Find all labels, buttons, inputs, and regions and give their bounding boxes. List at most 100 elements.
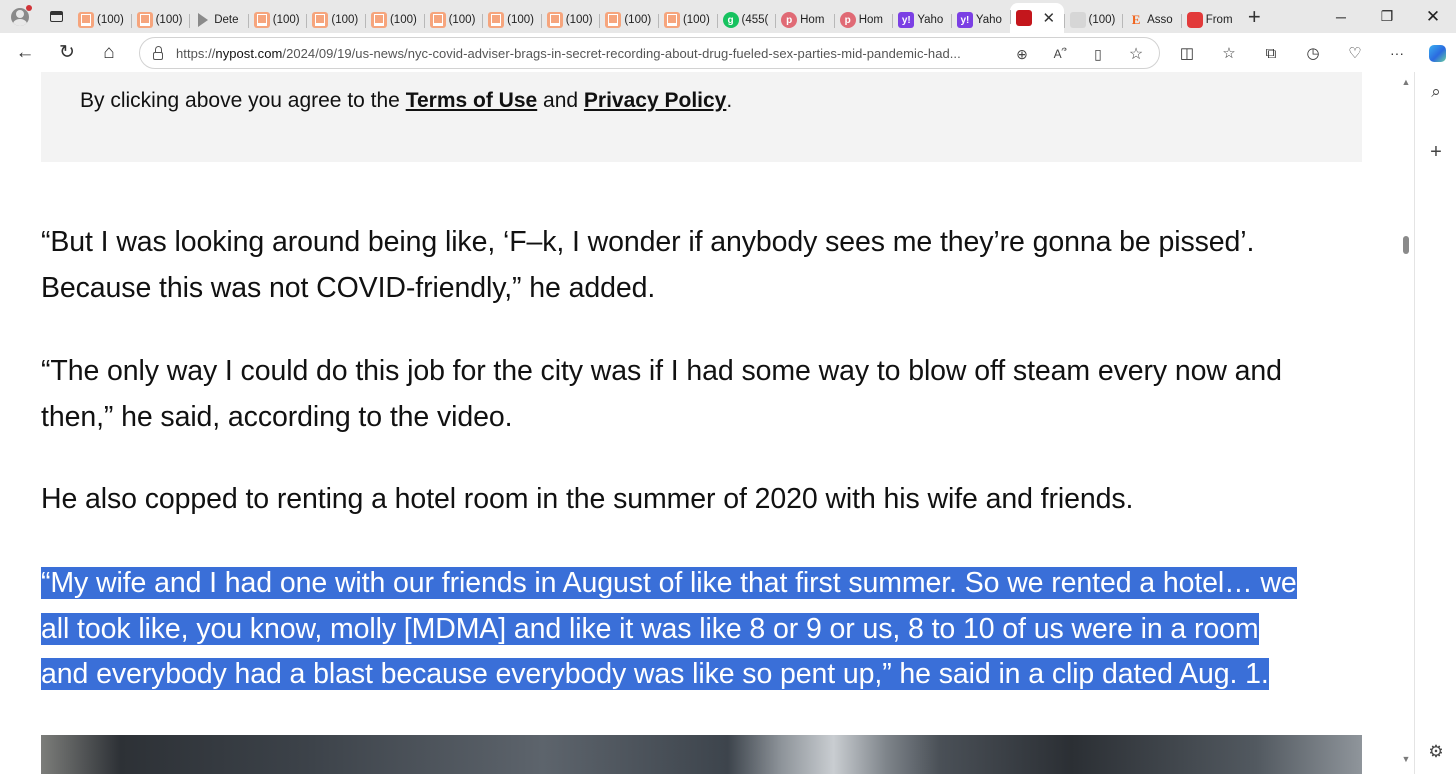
favorites-icon[interactable]: ☆ (1215, 41, 1243, 65)
add-sidebar-app-icon[interactable]: + (1415, 138, 1456, 166)
browser-tab[interactable]: (100) (247, 7, 307, 33)
tab-label: (100) (389, 14, 417, 26)
paragraph-line: Because this was not COVID-friendly,” he… (41, 271, 656, 304)
minimize-icon[interactable]: ─ (1318, 0, 1364, 33)
tab-label: (100) (331, 14, 359, 26)
read-aloud-icon[interactable]: A՞ (1050, 44, 1070, 64)
edge-sidebar: ⌕ + ⚙ (1414, 72, 1456, 774)
immersive-reader-icon[interactable]: ▯ (1088, 44, 1108, 64)
consent-text: By clicking above you agree to the Terms… (80, 89, 733, 112)
yahoo-icon: y! (898, 12, 915, 28)
substack-icon (546, 12, 563, 28)
more-options-icon[interactable]: ··· (1383, 41, 1411, 65)
browser-tab[interactable]: (100) (423, 7, 483, 33)
selected-text-line: all took like, you know, molly [MDMA] an… (41, 612, 1259, 645)
split-screen-icon[interactable]: ◫ (1173, 41, 1201, 65)
browser-tab[interactable]: ✕ (1009, 3, 1064, 33)
web-page[interactable]: By clicking above you agree to the Terms… (0, 72, 1398, 774)
browser-tab[interactable]: (100) (364, 7, 424, 33)
search-icon[interactable]: ⌕ (1415, 78, 1456, 106)
new-tab-button[interactable]: + (1239, 0, 1269, 33)
selected-paragraph: “My wife and I had one with our friends … (41, 561, 1361, 698)
tab-label: Yaho (975, 14, 1002, 26)
maximize-icon[interactable]: ❐ (1364, 0, 1410, 33)
page-scrollbar[interactable]: ▲ ▼ (1398, 72, 1414, 774)
consent-box: By clicking above you agree to the Terms… (41, 72, 1362, 162)
browser-tab[interactable]: From (1180, 7, 1240, 33)
browser-tab[interactable]: Dete (189, 7, 248, 33)
settings-gear-icon[interactable]: ⚙ (1415, 738, 1456, 766)
browser-tab[interactable]: p Hom (775, 7, 834, 33)
tab-label: (100) (565, 14, 593, 26)
tab-label: Dete (214, 14, 239, 26)
nypost-icon (1015, 10, 1032, 26)
paragraph-line: “But I was looking around being like, ‘F… (41, 226, 1255, 258)
close-window-icon[interactable]: ✕ (1410, 0, 1456, 33)
pinterest-icon: p (839, 12, 856, 28)
tab-label: (100) (448, 14, 476, 26)
back-icon[interactable]: ← (4, 33, 46, 72)
tab-label: (100) (507, 14, 535, 26)
refresh-icon[interactable]: ↻ (46, 33, 88, 72)
selected-text-line: and everybody had a blast because everyb… (41, 658, 1269, 690)
substack-icon (429, 12, 446, 28)
browser-tab[interactable]: (100) (72, 7, 131, 33)
tab-list: (100) (100) Dete (100) (100) (100) (100) (100) (… (72, 0, 1239, 33)
arrow-icon (195, 12, 211, 28)
terms-of-use-link[interactable]: Terms of Use (406, 89, 538, 112)
tab-strip: (100) (100) Dete (100) (100) (100) (100) (100) (… (0, 0, 1456, 33)
browser-tab[interactable]: g (455( (716, 7, 776, 33)
scrollbar-thumb[interactable] (1403, 236, 1409, 254)
browser-tab[interactable]: (100) (657, 7, 717, 33)
substack-icon (78, 12, 94, 28)
blank-icon (1069, 12, 1086, 28)
browser-tab[interactable]: y! Yaho (892, 7, 951, 33)
substack-icon (253, 12, 270, 28)
browser-essentials-icon[interactable]: ♡ (1341, 41, 1369, 65)
tab-label: Yaho (917, 14, 944, 26)
yahoo-icon: y! (956, 12, 973, 28)
browser-tab[interactable]: (100) (599, 7, 658, 33)
tab-label: (100) (155, 14, 183, 26)
substack-icon (370, 12, 387, 28)
tab-label: (100) (1088, 14, 1116, 26)
tab-actions-icon[interactable] (40, 0, 72, 33)
substack-icon (312, 12, 329, 28)
browser-tab[interactable]: (100) (540, 7, 600, 33)
pinterest-icon: p (781, 12, 798, 28)
privacy-policy-link[interactable]: Privacy Policy (584, 89, 726, 112)
browser-tab[interactable]: y! Yaho (950, 7, 1010, 33)
browser-tab[interactable]: (100) (1063, 7, 1123, 33)
url-text[interactable]: https://nypost.com/2024/09/19/us-news/ny… (176, 46, 996, 61)
tab-label: From (1205, 14, 1233, 26)
profile-icon[interactable] (0, 0, 40, 33)
close-tab-icon[interactable]: ✕ (1043, 9, 1056, 27)
youtube-icon (1186, 12, 1203, 28)
browser-tab[interactable]: (100) (482, 7, 541, 33)
browser-tab[interactable]: p Hom (833, 7, 893, 33)
tab-label: Asso (1147, 14, 1173, 26)
tab-label: (100) (272, 14, 300, 26)
substack-icon (663, 12, 680, 28)
browser-tab[interactable]: (100) (306, 7, 365, 33)
paragraph-line: “The only way I could do this job for th… (41, 355, 1282, 387)
lock-icon[interactable] (140, 45, 176, 60)
browser-tab[interactable]: E Asso (1122, 7, 1181, 33)
favorite-star-icon[interactable]: ☆ (1126, 44, 1146, 64)
scroll-up-icon[interactable]: ▲ (1401, 77, 1411, 87)
browser-tab[interactable]: (100) (130, 7, 190, 33)
copilot-icon[interactable] (1423, 41, 1451, 65)
grammarly-icon: g (722, 12, 739, 28)
tab-label: (455( (741, 14, 769, 26)
collections-icon[interactable]: ⧉ (1257, 41, 1285, 65)
zoom-icon[interactable]: ⊕ (1012, 44, 1032, 64)
article-paragraph: “The only way I could do this job for th… (41, 349, 1361, 440)
home-icon[interactable]: ⌂ (88, 33, 130, 72)
article-paragraph: He also copped to renting a hotel room i… (41, 477, 1361, 523)
history-icon[interactable]: ◷ (1299, 41, 1327, 65)
article-paragraph: “But I was looking around being like, ‘F… (41, 220, 1361, 311)
tab-label: (100) (624, 14, 652, 26)
scroll-down-icon[interactable]: ▼ (1401, 754, 1411, 764)
address-bar[interactable]: https://nypost.com/2024/09/19/us-news/ny… (139, 37, 1160, 69)
etsy-icon: E (1131, 12, 1141, 27)
